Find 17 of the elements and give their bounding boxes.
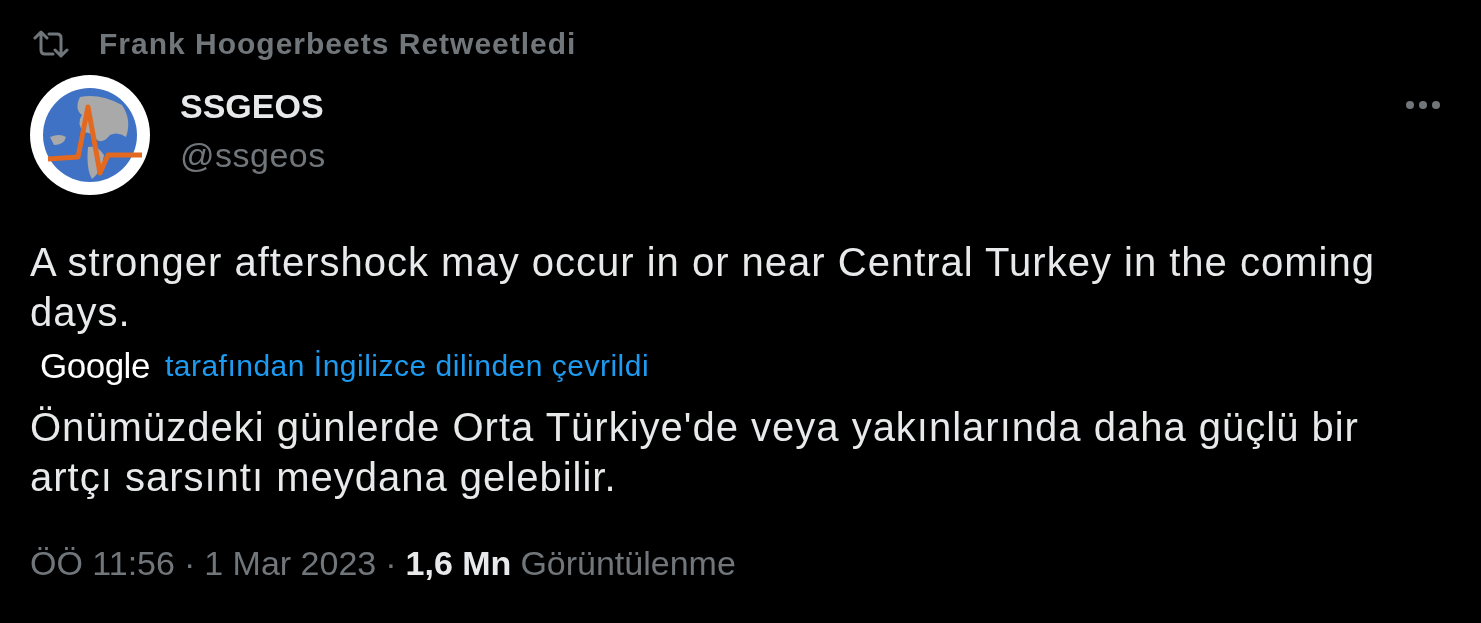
views-label: Görüntülenme	[520, 544, 736, 583]
translation-provider: Google	[40, 346, 150, 386]
tweet-date[interactable]: 1 Mar 2023	[204, 544, 377, 583]
retweet-icon	[33, 30, 69, 58]
views-count: 1,6 Mn	[405, 544, 512, 583]
author-name[interactable]: SSGEOS	[180, 85, 326, 127]
translation-note-link[interactable]: tarafından İngilizce dilinden çevrildi	[164, 349, 650, 383]
globe-avatar-icon[interactable]	[30, 75, 150, 195]
retweet-label[interactable]: Frank Hoogerbeets Retweetledi	[99, 27, 577, 61]
more-icon	[1405, 100, 1441, 110]
more-button[interactable]	[1405, 100, 1441, 110]
separator-dot: ·	[385, 544, 397, 583]
tweet-time[interactable]: ÖÖ 11:56	[30, 544, 175, 583]
author-handle[interactable]: @ssgeos	[180, 134, 326, 176]
translated-text: Önümüzdeki günlerde Orta Türkiye'de veya yakınlarında daha güçlü bir artçı sarsıntı meydana gelebilir.	[30, 404, 1360, 501]
separator-dot: ·	[183, 544, 196, 583]
tweet-text: A stronger aftershock may occur in or near Central Turkey in the coming days.	[30, 239, 1376, 336]
